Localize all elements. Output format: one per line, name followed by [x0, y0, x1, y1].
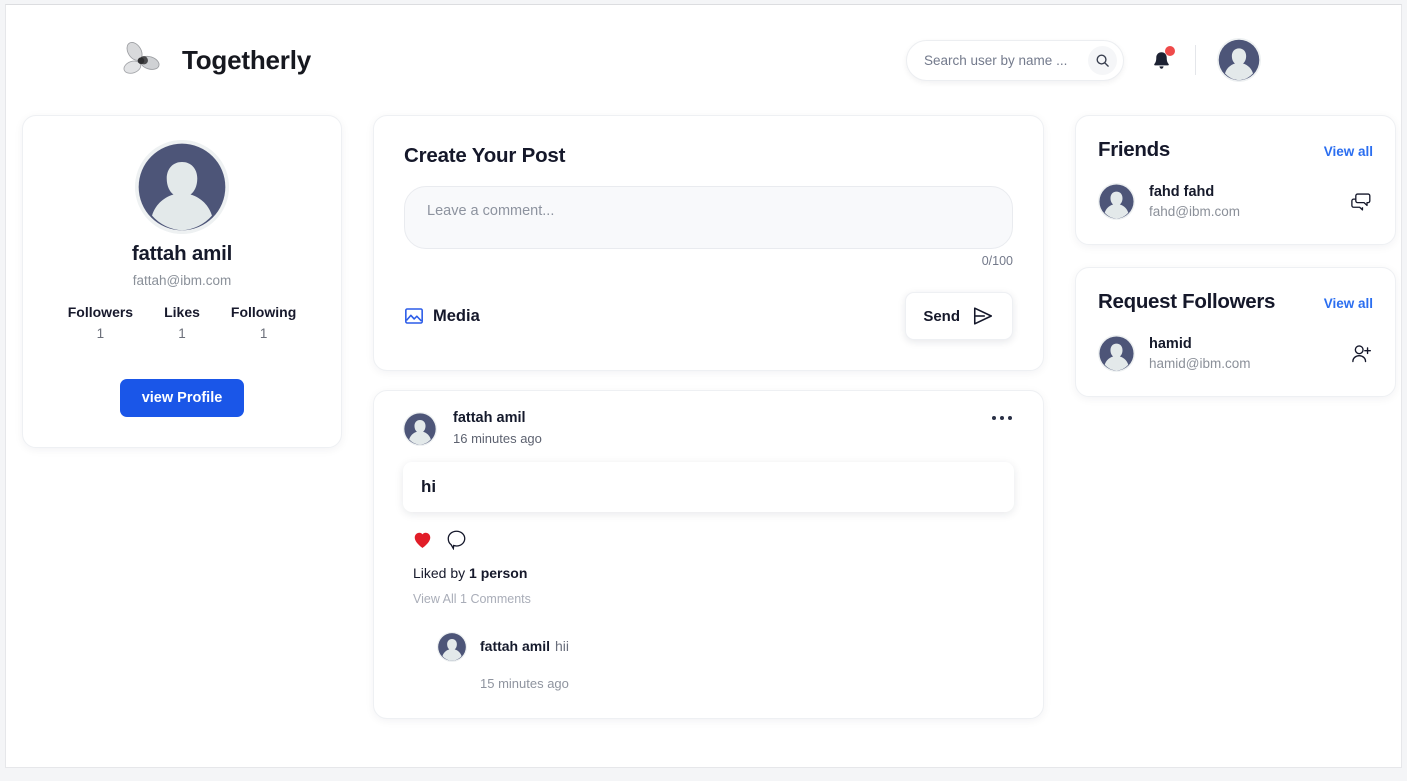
- request-name: hamid: [1149, 336, 1192, 352]
- request-followers-card: Request Followers View all hamid hamid@i…: [1075, 267, 1396, 397]
- chat-bubbles-icon: [1351, 193, 1371, 211]
- friend-email: fahd@ibm.com: [1149, 204, 1240, 219]
- profile-email: fattah@ibm.com: [132, 273, 232, 288]
- friend-info: fahd fahd fahd@ibm.com: [1149, 184, 1240, 219]
- profile-stats: Followers 1 Likes 1 Following 1: [43, 304, 321, 341]
- post-options-button[interactable]: [990, 410, 1014, 426]
- friends-title: Friends: [1098, 138, 1170, 161]
- browser-window-frame: Togetherly Search user by name ... fatta…: [0, 0, 1407, 781]
- requests-view-all-link[interactable]: View all: [1324, 296, 1373, 311]
- create-post-card: Create Your Post 0/100 Media Send: [373, 115, 1044, 371]
- friends-view-all-link[interactable]: View all: [1324, 144, 1373, 159]
- post-header: fattah amil 16 minutes ago: [403, 410, 1014, 446]
- liked-by-text: Liked by 1 person: [413, 565, 1014, 581]
- paper-plane-icon: [973, 307, 993, 325]
- page-viewport: Togetherly Search user by name ... fatta…: [5, 4, 1402, 768]
- left-column: fattah amil fattah@ibm.com Followers 1 L…: [22, 115, 342, 448]
- post-author-avatar[interactable]: [403, 412, 437, 446]
- header-right-group: [906, 38, 1373, 82]
- create-post-actions: Media Send: [404, 292, 1013, 340]
- notifications-button[interactable]: [1149, 46, 1175, 73]
- header-avatar[interactable]: [1217, 38, 1261, 82]
- profile-avatar: [135, 140, 229, 234]
- post-textarea[interactable]: [404, 186, 1013, 249]
- comment-bubble-icon: [447, 530, 466, 550]
- view-all-comments-link[interactable]: View All 1 Comments: [413, 592, 531, 606]
- request-avatar: [1098, 335, 1135, 372]
- right-column: Friends View all fahd fahd fahd@ibm.com: [1075, 115, 1396, 419]
- requests-title: Request Followers: [1098, 290, 1276, 313]
- notification-badge: [1165, 46, 1175, 56]
- post-content-text: hi: [421, 477, 437, 496]
- stat-followers: Followers 1: [68, 304, 133, 341]
- stat-following: Following 1: [231, 304, 296, 341]
- stat-label: Following: [230, 304, 297, 320]
- accept-follower-button[interactable]: [1350, 343, 1373, 365]
- profile-name: fattah amil: [131, 242, 233, 265]
- stat-value: 1: [178, 326, 186, 341]
- post-author-block: fattah amil 16 minutes ago: [453, 410, 542, 446]
- request-email: hamid@ibm.com: [1149, 356, 1251, 371]
- comment-item: fattah amil hii 15 minutes ago: [437, 632, 1014, 691]
- profile-card: fattah amil fattah@ibm.com Followers 1 L…: [22, 115, 342, 448]
- post-reactions: [413, 529, 1014, 550]
- friend-avatar: [1098, 183, 1135, 220]
- view-profile-button[interactable]: view Profile: [119, 379, 245, 417]
- image-icon: [405, 308, 423, 324]
- main-layout: fattah amil fattah@ibm.com Followers 1 L…: [6, 115, 1401, 719]
- create-post-title: Create Your Post: [404, 144, 566, 167]
- search-icon-button[interactable]: [1088, 45, 1117, 75]
- comment-author-name: fattah amil: [480, 638, 551, 654]
- center-column: Create Your Post 0/100 Media Send: [373, 115, 1044, 719]
- character-counter: 0/100: [981, 254, 1013, 268]
- post-content-box: hi: [403, 462, 1014, 512]
- friend-name: fahd fahd: [1149, 184, 1215, 200]
- more-options-icon: [1000, 416, 1004, 420]
- brand[interactable]: Togetherly: [118, 37, 311, 83]
- app-header: Togetherly: [6, 5, 1401, 115]
- comment-body: fattah amil hii: [480, 638, 569, 656]
- header-divider: [1195, 45, 1196, 75]
- media-button[interactable]: Media: [404, 306, 480, 326]
- requests-card-header: Request Followers View all: [1098, 290, 1373, 314]
- search-icon: [1096, 54, 1109, 67]
- media-label: Media: [433, 306, 480, 325]
- stat-likes: Likes 1: [164, 304, 200, 341]
- like-button[interactable]: [413, 531, 432, 549]
- propeller-logo-icon: [123, 42, 160, 74]
- friend-list-item[interactable]: fahd fahd fahd@ibm.com: [1098, 183, 1373, 220]
- friends-card-header: Friends View all: [1098, 138, 1373, 162]
- search-input[interactable]: [924, 52, 1088, 68]
- feed-post-card: fattah amil 16 minutes ago hi Liked by 1…: [373, 390, 1044, 719]
- search-bar[interactable]: [906, 39, 1124, 81]
- comment-button[interactable]: [446, 529, 467, 550]
- stat-label: Followers: [67, 304, 134, 320]
- stat-value: 1: [259, 326, 268, 341]
- comment-timestamp: 15 minutes ago: [480, 676, 569, 691]
- comment-header: fattah amil hii: [437, 632, 1014, 662]
- comment-text: hii: [555, 638, 570, 654]
- message-friend-button[interactable]: [1350, 191, 1373, 212]
- comment-author-avatar[interactable]: [437, 632, 467, 662]
- brand-title: Togetherly: [182, 44, 311, 75]
- stat-label: Likes: [164, 304, 200, 320]
- liked-by-count: 1 person: [469, 565, 528, 581]
- liked-by-prefix: Liked by: [413, 565, 470, 581]
- send-label: Send: [923, 307, 960, 325]
- more-options-icon: [1008, 416, 1012, 420]
- request-info: hamid hamid@ibm.com: [1149, 336, 1250, 371]
- stat-value: 1: [96, 326, 105, 341]
- more-options-icon: [992, 416, 996, 420]
- request-list-item[interactable]: hamid hamid@ibm.com: [1098, 335, 1373, 372]
- heart-filled-icon: [414, 532, 431, 548]
- add-user-icon: [1352, 344, 1371, 362]
- post-author-name: fattah amil: [453, 410, 526, 426]
- friends-card: Friends View all fahd fahd fahd@ibm.com: [1075, 115, 1396, 245]
- post-timestamp: 16 minutes ago: [453, 431, 542, 446]
- send-button[interactable]: Send: [905, 292, 1013, 340]
